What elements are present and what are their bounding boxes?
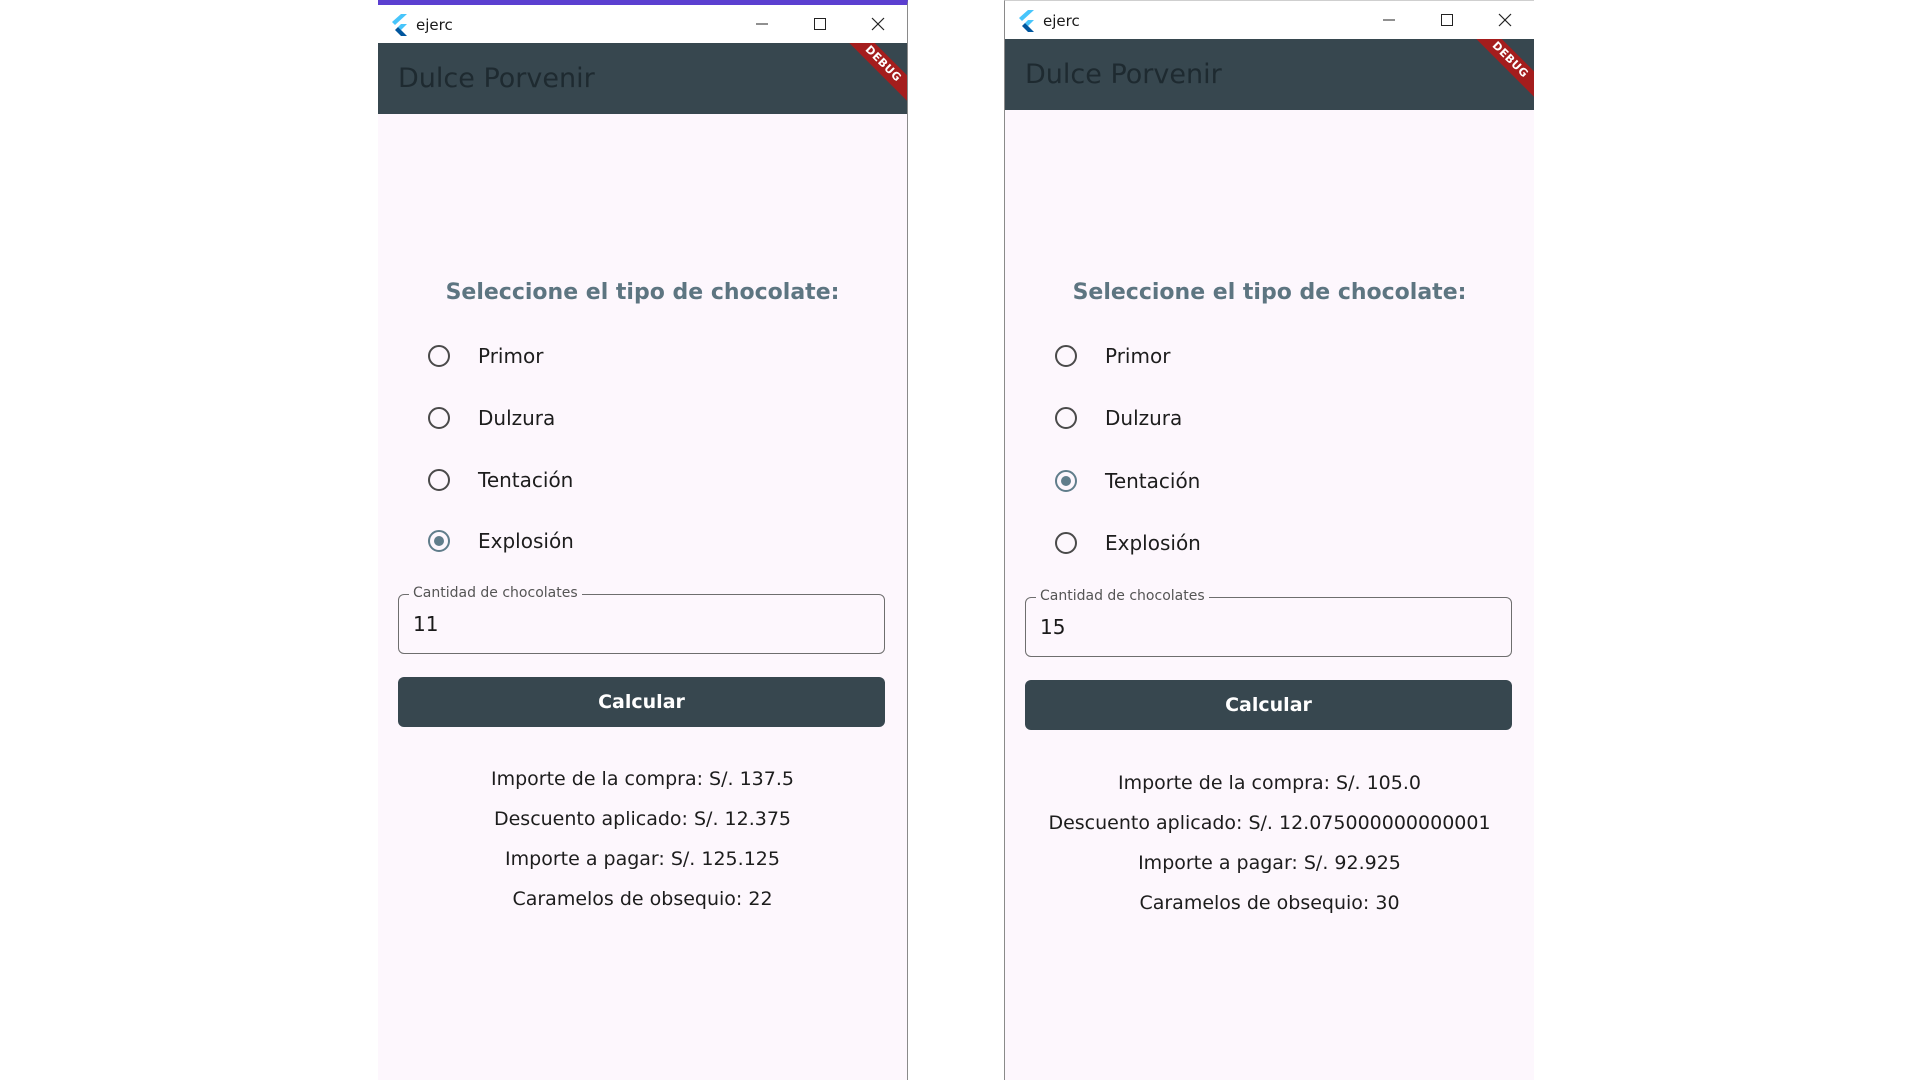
radio-option-tentacion[interactable]: Tentación: [418, 460, 858, 500]
radio-button[interactable]: [1055, 532, 1077, 554]
result-discount: Descuento aplicado: S/. 12.375: [493, 808, 792, 830]
result-purchase-amount: Importe de la compra: S/. 105.0: [1117, 772, 1421, 794]
flutter-logo-icon: [392, 14, 407, 36]
result-amount-due: Importe a pagar: S/. 92.925: [1138, 852, 1401, 874]
minimize-button[interactable]: [1360, 1, 1418, 39]
radio-button[interactable]: [428, 469, 450, 491]
maximize-icon: [814, 18, 826, 30]
minimize-icon: [756, 23, 768, 25]
debug-banner: DEBUG: [1461, 39, 1534, 109]
window-title: ejerc: [1043, 12, 1080, 30]
quantity-input[interactable]: [413, 612, 853, 636]
radio-button[interactable]: [428, 407, 450, 429]
window-title: ejerc: [416, 16, 453, 34]
radio-option-explosion[interactable]: Explosión: [1045, 523, 1485, 563]
window-titlebar[interactable]: ejerc: [1005, 1, 1534, 39]
result-purchase-amount: Importe de la compra: S/. 137.5: [490, 768, 794, 790]
quantity-field-label: Cantidad de chocolates: [1036, 588, 1209, 604]
maximize-icon: [1441, 14, 1453, 26]
radio-option-tentacion[interactable]: Tentación: [1045, 461, 1485, 501]
app-title: Dulce Porvenir: [1025, 59, 1222, 90]
radio-label: Primor: [1105, 344, 1171, 368]
radio-option-primor[interactable]: Primor: [418, 336, 858, 376]
calculate-button[interactable]: Calcular: [398, 677, 885, 727]
close-icon: [871, 17, 885, 31]
app-title: Dulce Porvenir: [398, 63, 595, 94]
maximize-button[interactable]: [791, 5, 849, 43]
app-bar: Dulce Porvenir DEBUG: [378, 43, 907, 114]
radio-label: Tentación: [1105, 469, 1201, 493]
radio-button[interactable]: [428, 345, 450, 367]
calculate-button[interactable]: Calcular: [1025, 680, 1512, 730]
radio-label: Tentación: [478, 468, 574, 492]
close-button[interactable]: [849, 5, 907, 43]
app-window-right: ejerc Dulce Porvenir DEBUG Seleccione el…: [1004, 0, 1534, 1080]
radio-option-explosion[interactable]: Explosión: [418, 521, 858, 561]
radio-option-primor[interactable]: Primor: [1045, 336, 1485, 376]
radio-label: Explosión: [478, 529, 574, 553]
radio-button[interactable]: [1055, 345, 1077, 367]
chocolate-type-heading: Seleccione el tipo de chocolate:: [445, 280, 840, 305]
radio-option-dulzura[interactable]: Dulzura: [1045, 398, 1485, 438]
result-gift-candies: Caramelos de obsequio: 30: [1139, 892, 1400, 914]
close-button[interactable]: [1476, 1, 1534, 39]
quantity-input[interactable]: [1040, 615, 1480, 639]
quantity-field-label: Cantidad de chocolates: [409, 585, 582, 601]
radio-label: Dulzura: [478, 406, 556, 430]
minimize-button[interactable]: [733, 5, 791, 43]
window-titlebar[interactable]: ejerc: [378, 5, 907, 43]
close-icon: [1498, 13, 1512, 27]
radio-label: Primor: [478, 344, 544, 368]
radio-option-dulzura[interactable]: Dulzura: [418, 398, 858, 438]
flutter-logo-icon: [1019, 10, 1034, 32]
quantity-field[interactable]: Cantidad de chocolates: [398, 585, 885, 654]
radio-button-selected[interactable]: [1055, 470, 1077, 492]
chocolate-type-heading: Seleccione el tipo de chocolate:: [1072, 280, 1467, 305]
app-bar: Dulce Porvenir DEBUG: [1005, 39, 1534, 110]
app-window-left: ejerc Dulce Porvenir DEBUG Seleccione el…: [378, 0, 908, 1080]
quantity-field[interactable]: Cantidad de chocolates: [1025, 588, 1512, 657]
maximize-button[interactable]: [1418, 1, 1476, 39]
result-discount: Descuento aplicado: S/. 12.0750000000000…: [1048, 812, 1491, 834]
radio-button[interactable]: [1055, 407, 1077, 429]
radio-button-selected[interactable]: [428, 530, 450, 552]
result-gift-candies: Caramelos de obsequio: 22: [512, 888, 773, 910]
debug-banner: DEBUG: [834, 43, 907, 113]
result-amount-due: Importe a pagar: S/. 125.125: [505, 848, 780, 870]
minimize-icon: [1383, 19, 1395, 21]
radio-label: Dulzura: [1105, 406, 1183, 430]
radio-label: Explosión: [1105, 531, 1201, 555]
